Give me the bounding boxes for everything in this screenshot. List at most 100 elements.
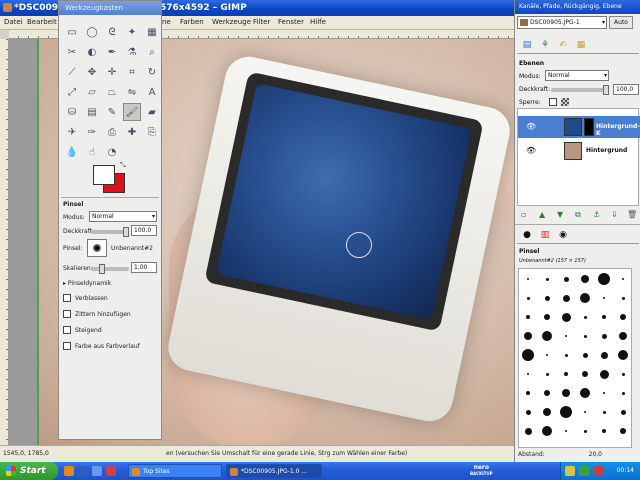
quicklaunch-ie-icon[interactable] <box>78 466 88 476</box>
menu-hilfe[interactable]: Hilfe <box>310 18 326 26</box>
tab-paths[interactable]: ✍ <box>555 38 571 52</box>
deckkraft-slider-knob[interactable] <box>123 227 129 237</box>
raise-layer-icon[interactable]: ▲ <box>539 210 545 219</box>
task-top-sites[interactable]: Top Sites <box>128 464 222 478</box>
skalieren-slider[interactable] <box>91 264 129 274</box>
move-icon[interactable]: ✥ <box>83 63 101 81</box>
flip-icon[interactable]: ⇋ <box>123 83 141 101</box>
brush-thumbnail[interactable] <box>620 409 626 415</box>
perspective-clone-icon[interactable]: ⎘ <box>143 123 161 141</box>
brush-thumbnail[interactable] <box>583 429 587 433</box>
airbrush-icon[interactable]: ✈ <box>63 123 81 141</box>
brush-thumbnail[interactable] <box>602 315 606 319</box>
layer-row[interactable]: 👁 Hintergrund-K <box>518 116 640 138</box>
tab-channels[interactable]: ⚘ <box>537 38 553 52</box>
vertical-ruler[interactable] <box>0 39 9 445</box>
toolbox-titlebar[interactable]: Werkzeugkasten <box>59 1 161 15</box>
foreground-select-icon[interactable]: ◐ <box>83 43 101 61</box>
brush-thumbnail[interactable] <box>546 354 548 356</box>
brush-thumbnail[interactable] <box>544 390 550 396</box>
layers-modus-dropdown[interactable]: Normal ▾ <box>545 70 609 81</box>
brush-thumbnail[interactable] <box>622 278 624 280</box>
auto-button[interactable]: Auto <box>609 16 633 29</box>
perspective-icon[interactable]: ⏢ <box>103 83 121 101</box>
brush-thumbnail[interactable] <box>619 332 627 340</box>
brush-thumbnail[interactable] <box>621 372 625 376</box>
deckkraft-spinner[interactable]: 100,0 <box>131 225 157 236</box>
layers-deckkraft-spinner[interactable]: 100,0 <box>613 84 639 95</box>
tab-layers[interactable]: ▤ <box>519 38 535 52</box>
brush-thumbnail[interactable] <box>522 349 534 361</box>
layers-deckkraft-slider[interactable] <box>551 85 609 95</box>
skalieren-slider-knob[interactable] <box>99 264 105 274</box>
brush-thumbnail[interactable] <box>561 312 571 322</box>
brush-thumbnail[interactable] <box>526 391 530 395</box>
fuzzy-select-icon[interactable]: ✦ <box>123 23 141 41</box>
brush-thumbnail[interactable] <box>526 296 530 300</box>
tab-gradients[interactable]: ◉ <box>555 228 571 242</box>
brush-thumbnail[interactable] <box>563 276 569 282</box>
measure-icon[interactable]: ⟋ <box>63 63 81 81</box>
ellipse-select-icon[interactable]: ◯ <box>83 23 101 41</box>
brush-thumbnail[interactable] <box>602 410 606 414</box>
menu-ansicht[interactable]: ne <box>162 18 171 26</box>
by-color-select-icon[interactable]: ▦ <box>143 23 161 41</box>
clone-icon[interactable]: ⎙ <box>103 123 121 141</box>
menu-fenster[interactable]: Fenster <box>278 18 304 26</box>
brush-thumbnail[interactable] <box>543 408 551 416</box>
brush-thumbnail[interactable] <box>525 409 531 415</box>
brush-thumbnail[interactable] <box>562 294 570 302</box>
brush-thumbnail[interactable] <box>602 429 606 433</box>
tab-patterns[interactable]: ▥ <box>537 228 553 242</box>
skalieren-spinner[interactable]: 1,00 <box>131 262 157 273</box>
tab-undo[interactable]: ▦ <box>573 38 589 52</box>
brush-thumbnail[interactable] <box>542 426 552 436</box>
verblassen-checkbox[interactable] <box>63 294 71 302</box>
layers-deckkraft-knob[interactable] <box>603 85 609 95</box>
crop-icon[interactable]: ⌗ <box>123 63 141 81</box>
foreground-color-swatch[interactable] <box>93 165 115 185</box>
brush-thumbnail[interactable] <box>544 295 550 301</box>
shear-icon[interactable]: ▱ <box>83 83 101 101</box>
delete-layer-icon[interactable]: 🗑 <box>627 210 637 219</box>
merge-layer-icon[interactable]: ⇓ <box>611 210 618 219</box>
brush-thumbnail[interactable] <box>580 293 590 303</box>
menu-farben[interactable]: Farben <box>180 18 204 26</box>
fg-bg-colors[interactable]: ⤡ <box>89 161 129 195</box>
brush-thumbnail[interactable] <box>565 430 567 432</box>
scale-icon[interactable]: ⤢ <box>63 83 81 101</box>
brush-thumbnail[interactable] <box>620 428 626 434</box>
swap-colors-icon[interactable]: ⤡ <box>120 161 126 170</box>
brush-thumbnail[interactable] <box>580 388 590 398</box>
brush-thumbnail[interactable] <box>564 353 568 357</box>
modus-dropdown[interactable]: Normal ▾ <box>89 211 157 222</box>
abstand-value[interactable]: 20,0 <box>589 451 602 458</box>
duplicate-layer-icon[interactable]: ⧉ <box>575 210 581 220</box>
brushes-grid[interactable] <box>518 268 632 448</box>
steigend-checkbox[interactable] <box>63 326 71 334</box>
brush-thumbnail[interactable] <box>526 315 530 319</box>
brush-thumbnail[interactable] <box>524 332 532 340</box>
deckkraft-slider[interactable] <box>91 227 129 237</box>
anchor-layer-icon[interactable]: ⚓ <box>593 210 600 219</box>
menu-datei[interactable]: Datei <box>4 18 23 26</box>
farbverlauf-checkbox[interactable] <box>63 342 71 350</box>
brush-thumbnail[interactable] <box>581 275 589 283</box>
tray-icon[interactable] <box>593 466 603 476</box>
tray-icon[interactable] <box>565 466 575 476</box>
brush-thumbnail[interactable] <box>621 391 625 395</box>
rect-select-icon[interactable]: ▭ <box>63 23 81 41</box>
nero-backitup-logo[interactable]: nero BACKITUP <box>470 465 493 477</box>
quicklaunch-media-icon[interactable] <box>106 466 116 476</box>
brush-thumbnail[interactable] <box>564 372 568 376</box>
menu-werkzeuge[interactable]: Werkzeuge <box>212 18 251 26</box>
image-selector[interactable]: DSC00905.JPG-1 ▾ <box>517 16 607 29</box>
blend-icon[interactable]: ▤ <box>83 103 101 121</box>
new-layer-icon[interactable]: ▫ <box>521 210 526 219</box>
brush-thumbnail[interactable] <box>582 371 588 377</box>
eraser-icon[interactable]: ▰ <box>143 103 161 121</box>
brush-thumbnail[interactable] <box>621 296 625 300</box>
dodge-burn-icon[interactable]: ◔ <box>103 143 121 161</box>
text-icon[interactable]: A <box>143 83 161 101</box>
zoom-icon[interactable]: ⌕ <box>143 43 161 61</box>
